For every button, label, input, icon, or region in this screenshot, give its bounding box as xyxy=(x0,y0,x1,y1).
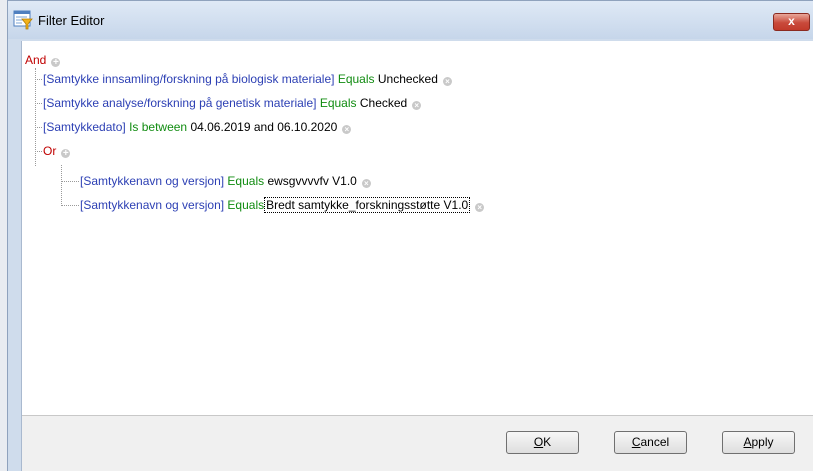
apply-button[interactable]: Apply xyxy=(722,431,795,454)
tree-connector xyxy=(35,103,42,104)
cancel-label: ancel xyxy=(640,435,670,449)
apply-accel: A xyxy=(743,435,752,449)
ok-accel: O xyxy=(533,435,544,449)
condition-value[interactable]: Unchecked xyxy=(378,72,438,86)
condition-value[interactable]: ewsgvvvvfv V1.0 xyxy=(267,174,356,188)
condition-value-to[interactable]: 06.10.2020 xyxy=(277,120,337,134)
filter-tree-editor[interactable]: And + [Samtykke innsamling/forskning på b… xyxy=(22,41,813,416)
apply-label: pply xyxy=(751,435,774,449)
condition-row: [Samtykkedato] Is between 04.06.2019 and… xyxy=(43,119,352,135)
condition-field[interactable]: [Samtykkenavn og versjon] xyxy=(80,198,224,212)
window-title: Filter Editor xyxy=(38,13,105,28)
condition-row: [Samtykke innsamling/forskning på biolog… xyxy=(43,71,452,87)
close-button[interactable]: x xyxy=(773,13,810,31)
tree-connector xyxy=(35,79,42,80)
ok-button[interactable]: OK xyxy=(506,431,579,454)
add-condition-icon[interactable]: + xyxy=(61,149,71,159)
group-and: And + xyxy=(25,52,61,68)
condition-operator[interactable]: Is between xyxy=(129,120,187,134)
condition-operator[interactable]: Equals xyxy=(338,72,375,86)
remove-condition-icon[interactable]: × xyxy=(475,203,485,212)
filter-editor-window: Filter Editor x And + [Samtykke innsamlin… xyxy=(7,0,813,471)
condition-field[interactable]: [Samtykke analyse/forskning på genetisk … xyxy=(43,96,316,110)
between-joiner: and xyxy=(253,120,274,134)
condition-value-from[interactable]: 04.06.2019 xyxy=(190,120,250,134)
condition-row: [Samtykke analyse/forskning på genetisk … xyxy=(43,95,422,111)
condition-row: [Samtykkenavn og versjon] Equals Bredt sa… xyxy=(80,197,485,213)
condition-value-focused[interactable]: Bredt samtykke_forskningsstøtte V1.0 xyxy=(264,197,471,213)
tree-connector xyxy=(61,181,79,182)
condition-row: [Samtykkenavn og versjon] Equals ewsgvvv… xyxy=(80,173,371,189)
remove-condition-icon[interactable]: × xyxy=(442,77,452,86)
cancel-button[interactable]: Cancel xyxy=(614,431,687,454)
add-condition-icon[interactable]: + xyxy=(51,58,61,68)
group-operator-and[interactable]: And xyxy=(25,53,46,67)
tree-connector xyxy=(35,127,42,128)
tree-connector xyxy=(61,165,62,206)
title-bar: Filter Editor x xyxy=(8,1,813,39)
close-icon: x xyxy=(788,14,795,28)
dialog-client-area: And + [Samtykke innsamling/forskning på b… xyxy=(21,41,813,471)
condition-operator[interactable]: Equals xyxy=(227,198,264,212)
tree-connector xyxy=(35,151,42,152)
tree-connector xyxy=(61,205,79,206)
condition-value[interactable]: Checked xyxy=(360,96,407,110)
ok-label: K xyxy=(543,435,552,449)
group-operator-or[interactable]: Or xyxy=(43,144,56,158)
group-or: Or + xyxy=(43,143,71,159)
condition-field[interactable]: [Samtykke innsamling/forskning på biolog… xyxy=(43,72,334,86)
condition-operator[interactable]: Equals xyxy=(320,96,357,110)
condition-operator[interactable]: Equals xyxy=(227,174,264,188)
remove-condition-icon[interactable]: × xyxy=(361,179,371,188)
remove-condition-icon[interactable]: × xyxy=(412,101,422,110)
remove-condition-icon[interactable]: × xyxy=(342,125,352,134)
filter-editor-icon xyxy=(13,10,33,30)
condition-field[interactable]: [Samtykkenavn og versjon] xyxy=(80,174,224,188)
condition-field[interactable]: [Samtykkedato] xyxy=(43,120,126,134)
